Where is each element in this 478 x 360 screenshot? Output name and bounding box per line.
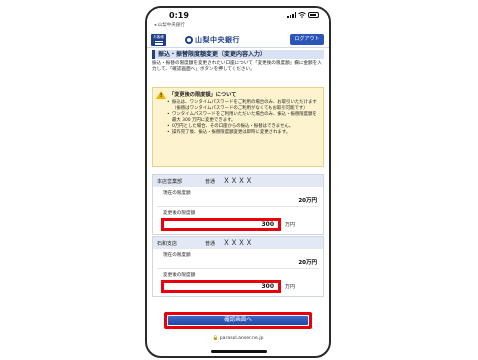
notice-item: 操作完了後、振込・振替限度額変更は即時に変更されます。 — [167, 130, 320, 136]
url-bar[interactable]: 🔒 parasol.anser.ne.jp — [147, 334, 329, 344]
home-indicator[interactable] — [211, 350, 267, 353]
back-to-app-link[interactable]: ◂ 山梨中央銀行 — [154, 22, 185, 28]
account-type: 普通 — [205, 240, 216, 247]
page-title: 振込・振替限度額変更（変更内容入力） — [152, 50, 324, 59]
account-branch: 本店営業部 — [157, 178, 183, 185]
bank-name: 山梨中央銀行 — [195, 36, 240, 44]
app-header: お客様 山梨中央銀行 ログアウト — [147, 32, 329, 48]
hamburger-icon — [154, 41, 163, 45]
current-limit-label: 現在の限度額 — [163, 253, 191, 258]
menu-label: お客様 — [153, 35, 164, 39]
status-icons — [287, 12, 319, 18]
new-limit-label: 変更後の限度額 — [163, 211, 196, 216]
current-limit-value: 20万円 — [298, 198, 317, 204]
new-limit-row: 300 万円 — [153, 278, 323, 296]
unit-label: 万円 — [285, 222, 296, 228]
notice-item: 振込は、ワンタイムパスワードをご利用の場合のみ、お取引いただけます（振替はワンタ… — [167, 100, 320, 112]
unit-label: 万円 — [285, 284, 296, 290]
new-limit-label: 変更後の限度額 — [163, 273, 196, 278]
warning-icon: ! — [156, 90, 166, 99]
menu-button[interactable]: お客様 — [151, 34, 166, 46]
notice-box: ! 「変更後の限度額」について 振込は、ワンタイムパスワードをご利用の場合のみ、… — [152, 87, 324, 167]
account-card: 石和支店 普通 ＸＸＸＸ 現在の限度額 20万円 変更後の限度額 300 万円 — [152, 236, 324, 297]
bank-logo-mark-icon — [185, 36, 193, 44]
account-header: 本店営業部 普通 ＸＸＸＸ — [153, 175, 323, 187]
bank-logo: 山梨中央銀行 — [185, 35, 240, 45]
logout-button[interactable]: ログアウト — [290, 34, 324, 45]
status-bar: 0:19 ◂ 山梨中央銀行 — [147, 8, 329, 30]
signal-icon — [287, 12, 296, 18]
confirm-highlight: 確認画面へ — [164, 312, 312, 329]
account-number: ＸＸＸＸ — [223, 239, 253, 247]
new-limit-input[interactable]: 300 — [161, 218, 281, 231]
status-time: 0:19 — [169, 11, 189, 20]
confirm-button[interactable]: 確認画面へ — [168, 316, 308, 325]
current-limit-value: 20万円 — [298, 260, 317, 266]
account-branch: 石和支店 — [157, 240, 178, 247]
intro-text: 振込・振替の限度額を変更されたい口座について「変更後の限度額」欄に金額を入力して… — [152, 61, 322, 73]
account-card: 本店営業部 普通 ＸＸＸＸ 現在の限度額 20万円 変更後の限度額 300 万円 — [152, 174, 324, 235]
main-content: 振込・振替限度額変更（変更内容入力） 振込・振替の限度額を変更されたい口座につい… — [152, 50, 324, 297]
notice-list: 振込は、ワンタイムパスワードをご利用の場合のみ、お取引いただけます（振替はワンタ… — [156, 100, 320, 137]
new-limit-input[interactable]: 300 — [161, 280, 281, 293]
battery-icon — [308, 12, 319, 18]
account-type: 普通 — [205, 178, 216, 185]
notice-heading: ! 「変更後の限度額」について — [156, 90, 320, 99]
notice-item: ワンタイムパスワードをご利用いただいた場合のみ、振込・振替限度額を最大 300 … — [167, 112, 320, 124]
current-limit-label: 現在の限度額 — [163, 191, 191, 196]
wifi-icon — [298, 12, 306, 18]
new-limit-row: 300 万円 — [153, 216, 323, 234]
account-number: ＸＸＸＸ — [223, 177, 253, 185]
phone-frame: 0:19 ◂ 山梨中央銀行 お客様 山梨中央銀行 ログアウト 振込・振替限度額変… — [145, 6, 331, 358]
notice-heading-text: 「変更後の限度額」について — [169, 92, 237, 98]
account-header: 石和支店 普通 ＸＸＸＸ — [153, 237, 323, 249]
